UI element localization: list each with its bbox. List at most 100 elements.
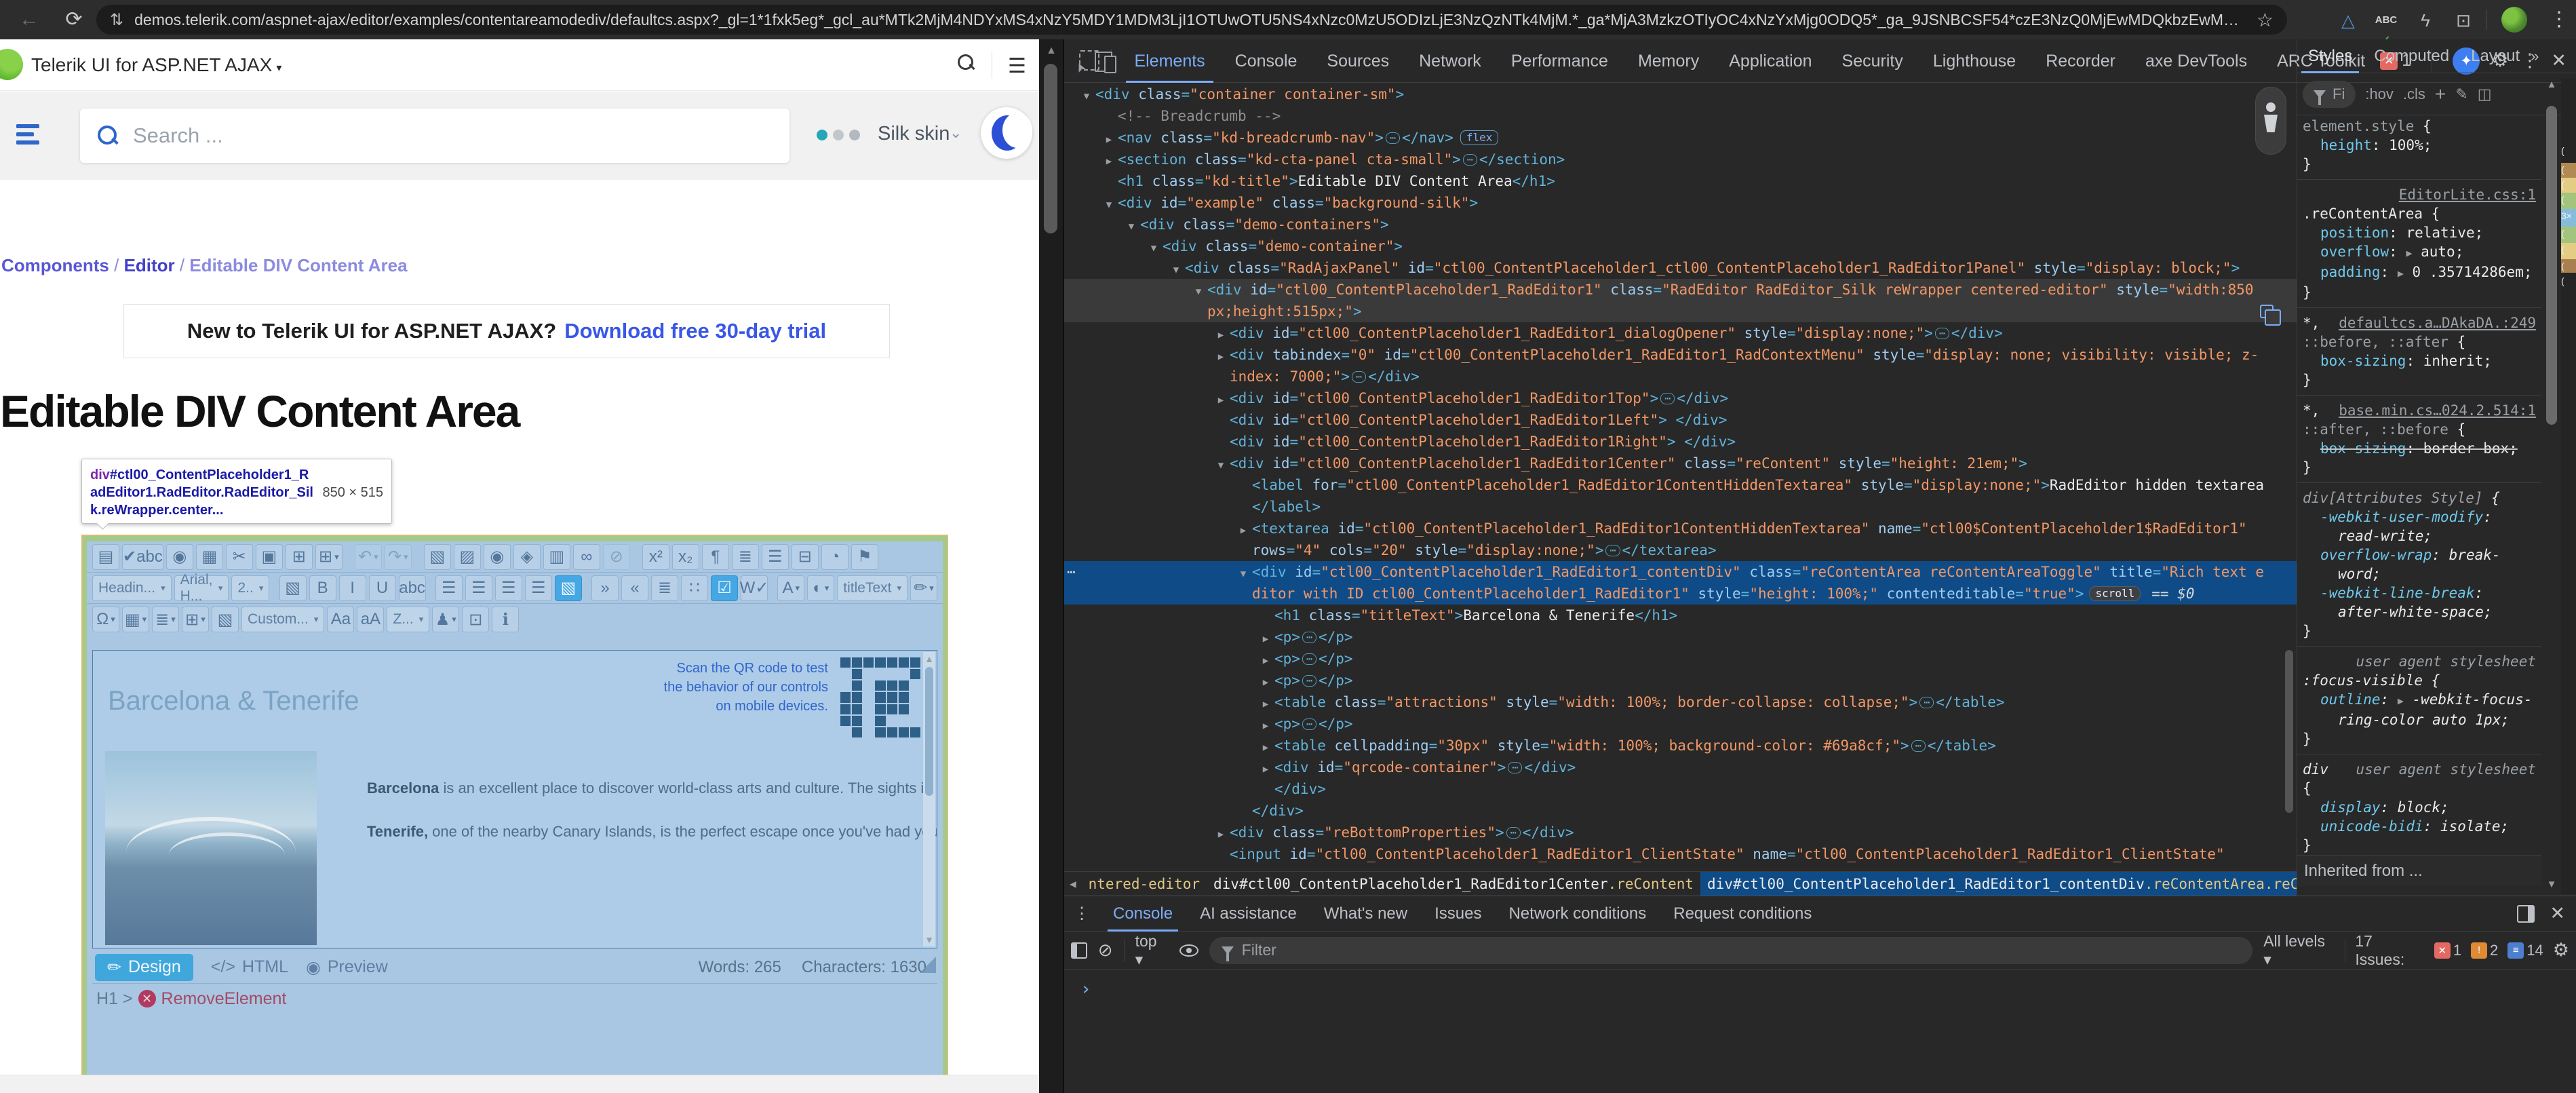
dom-tree-row[interactable]: ▶<div id="ctl00_ContentPlaceholder1_RadE… [1064, 387, 2297, 409]
browser-menu-icon[interactable]: ⋮ [2545, 5, 2573, 34]
dom-tree-row[interactable]: </label> [1064, 496, 2297, 518]
style-line[interactable]: div[Attributes Style] { [2297, 488, 2541, 507]
toolbar-button[interactable]: A▾ [777, 575, 804, 601]
toolbar-button[interactable]: ◔ [821, 544, 848, 570]
dom-tree-row[interactable]: <div id="ctl00_ContentPlaceholder1_RadEd… [1064, 431, 2297, 453]
dropdown-custom-[interactable]: Custom...▾ [241, 607, 324, 632]
toolbar-button[interactable]: ¶ [702, 544, 729, 570]
skin-dot-2[interactable] [833, 130, 844, 140]
style-line[interactable]: *,base.min.cs…024.2.514:1 [2297, 401, 2541, 420]
toolbar-button[interactable]: » [591, 575, 619, 601]
dom-tree-row[interactable]: ▼<div class="container container-sm"> [1064, 83, 2297, 105]
dom-tree-row[interactable]: ▶<div tabindex="0" id="ctl00_ContentPlac… [1064, 344, 2297, 366]
style-line[interactable]: overflow: ▶ auto; [2297, 242, 2541, 263]
toolbar-button[interactable]: ✔abc [122, 544, 163, 570]
back-icon[interactable]: ← [15, 5, 43, 34]
tab-ai-assistance[interactable]: AI assistance [1186, 896, 1310, 932]
tab-elements[interactable]: Elements [1119, 39, 1219, 83]
style-line[interactable]: padding: ▶ 0 .35714286em; [2297, 263, 2541, 283]
editor-content-area[interactable]: Barcelona & Tenerife Scan the QR code to… [92, 650, 937, 948]
tree-scrollbar-thumb[interactable] [2285, 650, 2293, 813]
dom-tree-row[interactable]: ▶<div class="reBottomProperties">⋯</div> [1064, 822, 2297, 843]
toolbar-button[interactable]: ☰ [525, 575, 552, 601]
toolbar-button[interactable]: ◉ [484, 544, 511, 570]
toolbar-button[interactable]: ☰ [762, 544, 789, 570]
dom-tree-row[interactable]: index: 7000;">⋯</div> [1064, 366, 2297, 387]
expand-arrow-icon[interactable]: ▶ [1234, 520, 1252, 541]
tab-memory[interactable]: Memory [1623, 39, 1714, 83]
toolbar-button[interactable]: ⊡ [462, 607, 489, 632]
scroll-thumb[interactable] [925, 667, 933, 796]
expand-arrow-icon[interactable]: ▼ [1212, 455, 1230, 476]
dom-tree-row[interactable]: <label for="ctl00_ContentPlaceholder1_Ra… [1064, 474, 2297, 496]
dom-tree-row[interactable]: ▶<textarea id="ctl00_ContentPlaceholder1… [1064, 518, 2297, 539]
toolbar-button[interactable]: ⊞▾ [182, 607, 209, 632]
style-line[interactable]: } [2297, 621, 2541, 640]
toc-icon[interactable] [11, 120, 39, 151]
style-line[interactable]: } [2297, 729, 2541, 748]
toolbar-button[interactable]: ⊟ [792, 544, 819, 570]
toolbar-button[interactable]: U [369, 575, 396, 601]
dropdown-2-[interactable]: 2..▾ [231, 575, 269, 601]
toolbar-button[interactable]: ✂ [226, 544, 253, 570]
dom-tree-row[interactable]: ⋯▼<div id="ctl00_ContentPlaceholder1_Rad… [1064, 561, 2297, 583]
dom-tree-row[interactable]: <!-- Breadcrumb --> [1064, 105, 2297, 127]
tab-sources[interactable]: Sources [1312, 39, 1404, 83]
styles-scrollbar[interactable]: ▲▼ [2543, 79, 2560, 894]
dropdown-titletext[interactable]: titleText▾ [837, 575, 908, 601]
header-menu-icon[interactable]: ☰ [1008, 54, 1026, 78]
expand-arrow-icon[interactable]: ▶ [1257, 693, 1274, 715]
dom-tree-row[interactable]: ▶<div id="ctl00_ContentPlaceholder1_RadE… [1064, 322, 2297, 344]
toggle-class-button[interactable]: .cls [2403, 85, 2425, 103]
toolbar-button[interactable]: x² [642, 544, 669, 570]
tab-performance[interactable]: Performance [1496, 39, 1623, 83]
breadcrumb-editor[interactable]: Editor [124, 255, 175, 275]
toolbar-button[interactable]: ≣ [732, 544, 759, 570]
issues-info-badge[interactable]: ≡14 [2507, 942, 2543, 959]
toolbar-button[interactable]: aA [357, 607, 384, 632]
dom-tree-row[interactable]: ▶<p>⋯</p> [1064, 626, 2297, 648]
style-line[interactable]: } [2297, 283, 2541, 302]
dom-tree-row[interactable]: ▼<div id="ctl00_ContentPlaceholder1_RadE… [1064, 453, 2297, 474]
remove-element-icon[interactable]: ✕ [138, 990, 156, 1008]
expand-arrow-icon[interactable]: ▶ [1257, 650, 1274, 672]
tab-styles[interactable]: Styles [2297, 39, 2363, 73]
dom-tree-row[interactable]: ▼<div class="RadAjaxPanel" id="ctl00_Con… [1064, 257, 2297, 279]
toolbar-button[interactable]: ↶▾ [355, 544, 382, 570]
extension-spellcheck-icon[interactable]: ABC✓ [2373, 8, 2400, 33]
dom-tree-row[interactable]: ▶<section class="kd-cta-panel cta-small"… [1064, 149, 2297, 170]
dom-tree-row[interactable]: ▼<div id="ctl00_ContentPlaceholder1_RadE… [1064, 279, 2297, 301]
dom-tree-row[interactable]: ▶<table class="attractions" style="width… [1064, 691, 2297, 713]
new-style-rule-button[interactable]: + [2435, 83, 2446, 105]
dropdown-headin-[interactable]: Headin...▾ [92, 575, 172, 601]
toolbar-button[interactable]: ▦ [196, 544, 223, 570]
style-line[interactable]: } [2297, 155, 2541, 174]
dom-tree-row[interactable]: ▶<p>⋯</p> [1064, 648, 2297, 670]
style-line[interactable]: *,defaultcs.a…DAkaDA.:249 [2297, 313, 2541, 332]
element-crumb[interactable]: div#ctl00_ContentPlaceholder1_RadEditor1… [1207, 872, 1700, 896]
style-line[interactable]: } [2297, 370, 2541, 389]
page-scroll-thumb[interactable] [1044, 64, 1057, 233]
toolbar-button[interactable]: ◉ [166, 544, 193, 570]
tab-application[interactable]: Application [1714, 39, 1827, 83]
style-line[interactable]: box-sizing: border-box; [2297, 439, 2541, 458]
tab-layout[interactable]: Layout [2460, 39, 2531, 73]
style-line[interactable]: -webkit-user-modify: [2297, 507, 2541, 526]
log-levels-dropdown[interactable]: All levels ▾ [2263, 932, 2335, 969]
toolbar-button[interactable]: ♟▾ [432, 607, 459, 632]
dropdown-arial-h-[interactable]: Arial, H...▾ [174, 575, 229, 601]
style-line[interactable]: after-white-space; [2297, 602, 2541, 621]
expand-arrow-icon[interactable]: ▶ [1257, 759, 1274, 780]
toolbar-button[interactable]: ∞ [573, 544, 600, 570]
skin-caret-icon[interactable]: ⌄ [950, 124, 962, 142]
tab-issues[interactable]: Issues [1421, 896, 1495, 932]
toolbar-button[interactable]: x₂ [672, 544, 699, 570]
site-title[interactable]: Telerik UI for ASP.NET AJAX▾ [31, 54, 281, 76]
html-mode-button[interactable]: </>HTML [211, 957, 288, 977]
skin-dot-1[interactable] [817, 130, 827, 140]
skin-selector[interactable]: Silk skin [878, 123, 950, 145]
breadcrumb-components[interactable]: Components [1, 255, 109, 275]
issues-label[interactable]: 17 Issues: [2355, 932, 2424, 969]
toolbar-button[interactable]: ▥ [543, 544, 570, 570]
tab-axe-devtools[interactable]: axe DevTools [2130, 39, 2262, 83]
